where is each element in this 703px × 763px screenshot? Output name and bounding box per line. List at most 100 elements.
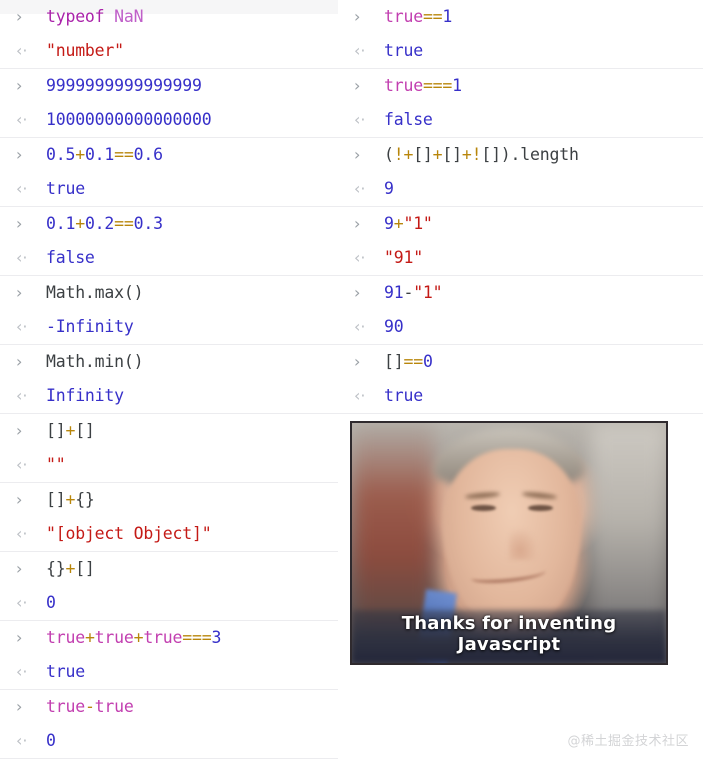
console-input-text: 0.5+0.1==0.6 xyxy=(46,138,338,172)
console-output-row: ‹· true xyxy=(338,379,703,413)
console-entry: › []+{} ‹· "[object Object]" xyxy=(0,483,338,552)
code-token: "1" xyxy=(403,214,433,233)
code-token: 0.1 xyxy=(46,214,76,233)
code-token: + xyxy=(75,214,85,233)
prompt-arrow-icon: › xyxy=(16,352,23,371)
console-input-text: 9+"1" xyxy=(384,207,703,241)
code-token: "number" xyxy=(46,41,124,60)
console-input-row[interactable]: › true+true+true===3 xyxy=(0,621,338,655)
console-entry: › (!+[]+[]+![]).length ‹· 9 xyxy=(338,138,703,207)
code-token: true xyxy=(46,628,85,647)
console-input-row[interactable]: › 91-"1" xyxy=(338,276,703,310)
code-token: === xyxy=(182,628,212,647)
code-token: {} xyxy=(75,490,95,509)
console-panel: › typeof NaN ‹· "number" › 9999999999999999 ‹·… xyxy=(0,0,703,763)
code-token: 0.5 xyxy=(46,145,76,164)
code-token: 9 xyxy=(384,179,394,198)
code-token: === xyxy=(422,76,453,95)
console-input-row[interactable]: › Math.min() xyxy=(0,345,338,379)
code-token: [] xyxy=(442,145,462,164)
console-output-text: -Infinity xyxy=(46,310,338,344)
console-entry: › 0.1+0.2==0.3 ‹· false xyxy=(0,207,338,276)
result-arrow-icon: ‹· xyxy=(354,248,366,267)
code-token: NaN xyxy=(114,7,144,26)
code-token: + xyxy=(133,628,144,647)
code-token: + xyxy=(393,214,404,233)
code-token: + xyxy=(65,490,76,509)
code-token: 0.3 xyxy=(133,214,163,233)
prompt-arrow-icon: › xyxy=(16,421,23,440)
console-input-text: {}+[] xyxy=(46,552,338,586)
code-token: true xyxy=(384,7,423,26)
console-output-row: ‹· Infinity xyxy=(0,379,338,413)
result-arrow-icon: ‹· xyxy=(16,662,28,681)
code-token: "91" xyxy=(384,248,423,267)
prompt-arrow-icon: › xyxy=(16,145,23,164)
code-token: + xyxy=(84,628,95,647)
code-token: true xyxy=(46,662,85,681)
code-token: true xyxy=(384,386,423,405)
code-token: true xyxy=(46,697,85,716)
console-entry: › Math.min() ‹· Infinity xyxy=(0,345,338,414)
console-input-text: true===1 xyxy=(384,69,703,103)
console-input-row[interactable]: › 9+"1" xyxy=(338,207,703,241)
console-output-text: true xyxy=(46,172,338,206)
console-entries-right: › true==1 ‹· true › true===1 ‹· false › (!+[]+[]+… xyxy=(338,0,703,414)
code-token: + xyxy=(65,421,76,440)
console-input-row[interactable]: › {}+[] xyxy=(0,552,338,586)
console-output-text: 9 xyxy=(384,172,703,206)
code-token: 3 xyxy=(211,628,222,647)
code-token: 0 xyxy=(46,593,56,612)
console-output-row: ‹· true xyxy=(0,172,338,206)
prompt-arrow-icon: › xyxy=(16,283,23,302)
code-token: typeof xyxy=(46,7,115,26)
meme-image-frame: Thanks for inventing Javascript xyxy=(350,421,668,665)
console-input-row[interactable]: › typeof NaN xyxy=(0,0,338,34)
console-input-row[interactable]: › []+[] xyxy=(0,414,338,448)
meme-caption: Thanks for inventing Javascript xyxy=(401,613,617,655)
console-input-row[interactable]: › true===1 xyxy=(338,69,703,103)
code-token: Math.max() xyxy=(46,283,144,302)
result-arrow-icon: ‹· xyxy=(354,317,366,336)
console-output-row: ‹· "" xyxy=(0,448,338,482)
console-entry: › []+[] ‹· "" xyxy=(0,414,338,483)
console-input-text: true+true+true===3 xyxy=(46,621,338,655)
code-token: -Infinity xyxy=(46,317,134,336)
console-input-row[interactable]: › []==0 xyxy=(338,345,703,379)
console-input-row[interactable]: › true==1 xyxy=(338,0,703,34)
code-token: Math.min() xyxy=(46,352,144,371)
console-input-row[interactable]: › 9999999999999999 xyxy=(0,69,338,103)
code-token: [] xyxy=(46,421,66,440)
code-token: + xyxy=(75,145,85,164)
console-output-text: true xyxy=(384,34,703,68)
result-arrow-icon: ‹· xyxy=(16,455,28,474)
console-input-row[interactable]: › Math.max() xyxy=(0,276,338,310)
code-token: + xyxy=(432,145,443,164)
code-token: "[object Object]" xyxy=(46,524,212,543)
console-output-text: 0 xyxy=(46,586,338,620)
console-input-text: 0.1+0.2==0.3 xyxy=(46,207,338,241)
code-token: [] xyxy=(413,145,433,164)
console-entry: › []==0 ‹· true xyxy=(338,345,703,414)
console-output-row: ‹· 10000000000000000 xyxy=(0,103,338,137)
console-output-row: ‹· 0 xyxy=(0,724,338,758)
code-token: 0 xyxy=(422,352,433,371)
console-input-row[interactable]: › []+{} xyxy=(0,483,338,517)
code-token: 0.1 xyxy=(84,145,115,164)
prompt-arrow-icon: › xyxy=(354,214,361,233)
code-token: == xyxy=(114,145,134,164)
prompt-arrow-icon: › xyxy=(16,7,23,26)
code-token: ! xyxy=(471,145,482,164)
code-token: ( xyxy=(384,145,394,164)
console-entry: › true==1 ‹· true xyxy=(338,0,703,69)
console-output-text: 0 xyxy=(46,724,338,758)
console-input-row[interactable]: › 0.1+0.2==0.3 xyxy=(0,207,338,241)
console-input-row[interactable]: › 0.5+0.1==0.6 xyxy=(0,138,338,172)
console-output-text: "" xyxy=(46,448,338,482)
console-input-row[interactable]: › (!+[]+[]+![]).length xyxy=(338,138,703,172)
result-arrow-icon: ‹· xyxy=(16,110,28,129)
console-entry: › {}+[] ‹· 0 xyxy=(0,552,338,621)
meme-image-block[interactable]: Thanks for inventing Javascript xyxy=(350,421,668,665)
console-input-row[interactable]: › true-true xyxy=(0,690,338,724)
console-output-row: ‹· false xyxy=(0,241,338,275)
